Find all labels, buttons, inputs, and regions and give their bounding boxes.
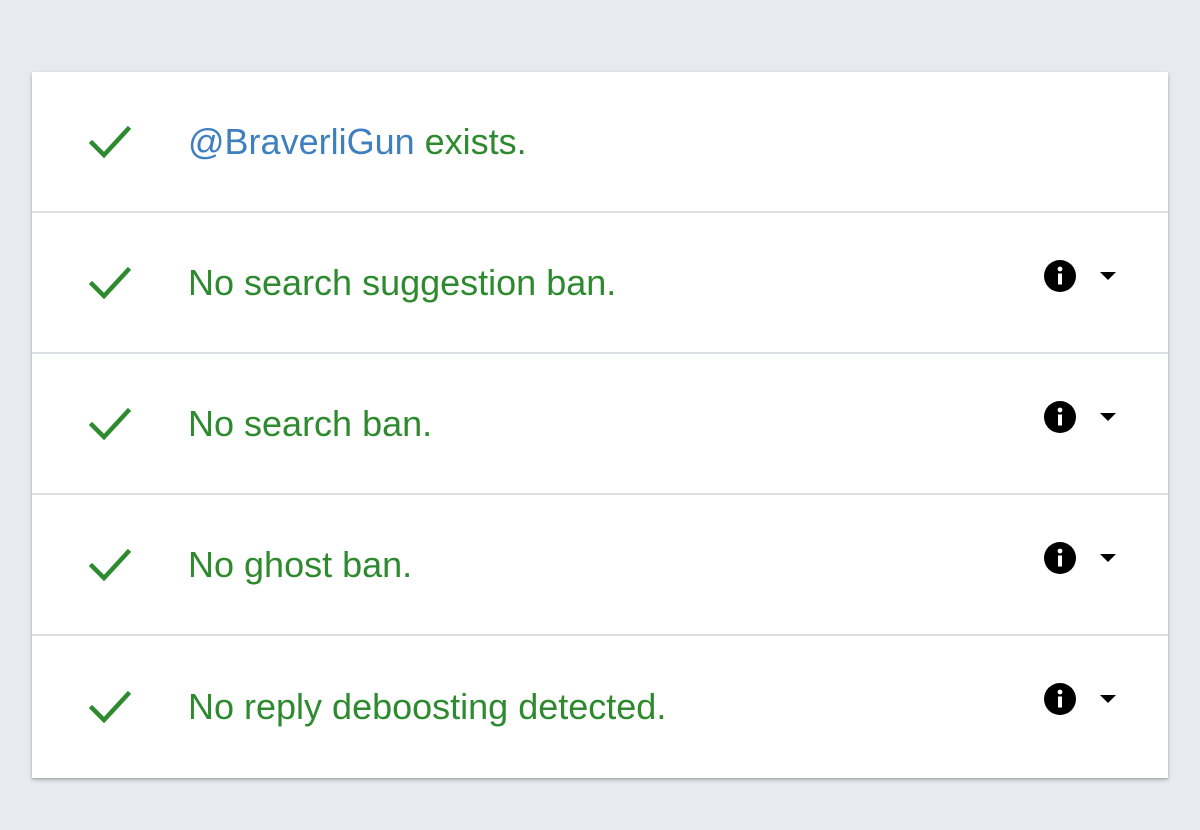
result-row-search-ban: No search ban. — [32, 354, 1168, 495]
info-icon[interactable] — [1043, 400, 1077, 434]
result-label: No search suggestion ban. — [188, 261, 617, 303]
info-icon[interactable] — [1043, 259, 1077, 293]
caret-down-icon[interactable] — [1098, 693, 1118, 705]
result-label: No ghost ban. — [188, 543, 413, 585]
check-icon — [88, 125, 132, 158]
result-label: No search ban. — [188, 402, 433, 444]
check-icon — [88, 690, 132, 724]
results-card: @BraverliGun exists. No search suggestio… — [32, 72, 1168, 778]
caret-down-icon[interactable] — [1098, 552, 1118, 564]
caret-down-icon[interactable] — [1098, 411, 1118, 423]
result-row-ghost-ban: No ghost ban. — [32, 495, 1168, 636]
info-icon[interactable] — [1043, 682, 1077, 716]
info-icon[interactable] — [1043, 541, 1077, 575]
result-label: No reply deboosting detected. — [188, 686, 667, 727]
result-row-reply-deboosting: No reply deboosting detected. — [32, 636, 1168, 778]
result-label: @BraverliGun exists. — [188, 121, 527, 163]
check-icon — [88, 407, 132, 440]
check-icon — [88, 548, 132, 581]
account-exists-text: exists. — [414, 120, 527, 162]
caret-down-icon[interactable] — [1098, 270, 1118, 282]
account-handle-link[interactable]: @BraverliGun — [188, 121, 415, 162]
check-icon — [88, 266, 132, 299]
result-row-search-suggestion-ban: No search suggestion ban. — [32, 213, 1168, 354]
result-row-account-exists: @BraverliGun exists. — [32, 72, 1168, 213]
